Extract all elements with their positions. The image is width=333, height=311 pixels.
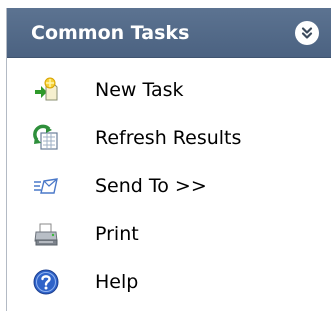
send-to-icon [32, 172, 60, 200]
task-new-task[interactable]: New Task [7, 66, 331, 114]
task-list: New Task Refresh Results Send To >> Prin… [7, 58, 331, 306]
help-icon [32, 268, 60, 296]
task-help[interactable]: Help [7, 258, 331, 306]
task-refresh-results[interactable]: Refresh Results [7, 114, 331, 162]
common-tasks-panel: Common Tasks New Task Refresh Results Se… [6, 8, 331, 311]
double-chevron-up-icon[interactable] [295, 20, 319, 45]
task-label: Refresh Results [95, 127, 242, 149]
new-task-icon [32, 76, 60, 104]
task-label: New Task [95, 79, 184, 101]
task-label: Send To >> [95, 175, 207, 197]
task-print[interactable]: Print [7, 210, 331, 258]
task-label: Help [95, 271, 139, 293]
task-send-to[interactable]: Send To >> [7, 162, 331, 210]
printer-icon [32, 220, 60, 248]
task-label: Print [95, 223, 139, 245]
refresh-results-icon [32, 124, 60, 152]
panel-header[interactable]: Common Tasks [7, 8, 331, 58]
panel-title: Common Tasks [31, 21, 190, 44]
